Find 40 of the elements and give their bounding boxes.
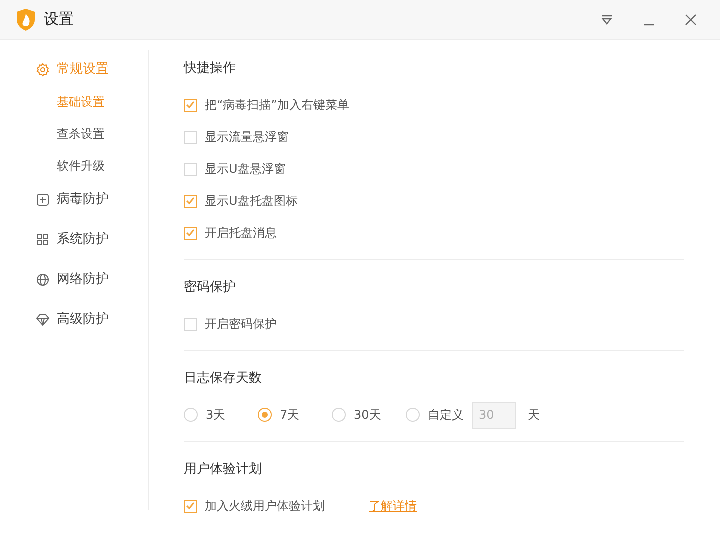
checkbox-label: 把“病毒扫描”加入右键菜单: [205, 97, 350, 114]
plus-square-icon: [36, 193, 50, 207]
diamond-icon: [36, 313, 50, 327]
sidebar-item[interactable]: 病毒防护: [36, 190, 109, 210]
sidebar-subitem[interactable]: 软件升级: [57, 156, 105, 176]
section-heading: 快捷操作: [184, 60, 237, 78]
checkbox-label: 显示U盘悬浮窗: [205, 161, 286, 178]
sidebar-item[interactable]: 网络防护: [36, 270, 109, 290]
globe-icon: [36, 273, 50, 287]
shield-logo-icon: [16, 8, 36, 30]
section-heading: 用户体验计划: [184, 461, 263, 479]
checkbox[interactable]: [184, 130, 197, 144]
checkbox-label: 开启密码保护: [205, 316, 277, 333]
radio-button[interactable]: [332, 408, 346, 422]
checkbox-label: 加入火绒用户体验计划: [205, 498, 325, 515]
settings-icon: [36, 63, 50, 77]
checkbox[interactable]: [184, 226, 197, 240]
radio-button[interactable]: [258, 408, 272, 422]
sidebar-item[interactable]: 系统防护: [36, 230, 109, 250]
section-heading: 日志保存天数: [184, 370, 263, 388]
grid-icon: [36, 233, 50, 247]
sidebar-item[interactable]: 高级防护: [36, 310, 109, 330]
checkbox[interactable]: [184, 194, 197, 208]
checkbox-label: 开启托盘消息: [205, 225, 277, 242]
checkbox[interactable]: [184, 98, 197, 112]
checkbox-label: 显示U盘托盘图标: [205, 193, 298, 210]
radio-button[interactable]: [184, 408, 198, 422]
window-title: 设置: [44, 9, 74, 30]
radio-label: 30天: [354, 407, 382, 424]
checkbox[interactable]: [184, 318, 197, 330]
radio-label: 自定义: [428, 407, 464, 424]
unit-label: 天: [528, 407, 540, 424]
section-heading: 密码保护: [184, 279, 237, 297]
sidebar-subitem[interactable]: 查杀设置: [57, 124, 105, 144]
radio-label: 7天: [280, 407, 300, 424]
checkbox[interactable]: [184, 162, 197, 176]
checkbox[interactable]: [184, 500, 197, 512]
checkbox-label: 显示流量悬浮窗: [205, 129, 289, 146]
radio-button[interactable]: [406, 408, 420, 422]
radio-label: 3天: [206, 407, 226, 424]
